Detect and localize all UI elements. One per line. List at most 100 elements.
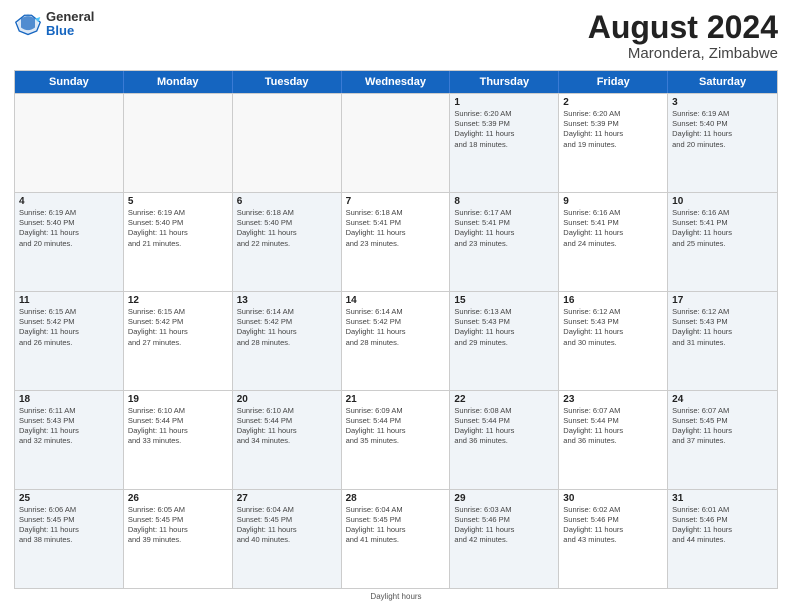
day-number-14: 14 bbox=[346, 295, 446, 306]
day-cell-31: 31Sunrise: 6:01 AM Sunset: 5:46 PM Dayli… bbox=[668, 490, 777, 588]
day-number-27: 27 bbox=[237, 493, 337, 504]
weekday-header-saturday: Saturday bbox=[668, 71, 777, 93]
day-cell-19: 19Sunrise: 6:10 AM Sunset: 5:44 PM Dayli… bbox=[124, 391, 233, 489]
day-info-30: Sunrise: 6:02 AM Sunset: 5:46 PM Dayligh… bbox=[563, 505, 663, 546]
day-number-5: 5 bbox=[128, 196, 228, 207]
day-number-9: 9 bbox=[563, 196, 663, 207]
day-info-19: Sunrise: 6:10 AM Sunset: 5:44 PM Dayligh… bbox=[128, 406, 228, 447]
logo-text: General Blue bbox=[46, 10, 94, 39]
day-cell-11: 11Sunrise: 6:15 AM Sunset: 5:42 PM Dayli… bbox=[15, 292, 124, 390]
day-number-25: 25 bbox=[19, 493, 119, 504]
weekday-header-sunday: Sunday bbox=[15, 71, 124, 93]
day-info-5: Sunrise: 6:19 AM Sunset: 5:40 PM Dayligh… bbox=[128, 208, 228, 249]
empty-cell-0-0 bbox=[15, 94, 124, 192]
day-info-10: Sunrise: 6:16 AM Sunset: 5:41 PM Dayligh… bbox=[672, 208, 773, 249]
day-cell-4: 4Sunrise: 6:19 AM Sunset: 5:40 PM Daylig… bbox=[15, 193, 124, 291]
day-number-2: 2 bbox=[563, 97, 663, 108]
calendar-body: 1Sunrise: 6:20 AM Sunset: 5:39 PM Daylig… bbox=[15, 93, 777, 588]
day-cell-23: 23Sunrise: 6:07 AM Sunset: 5:44 PM Dayli… bbox=[559, 391, 668, 489]
day-number-26: 26 bbox=[128, 493, 228, 504]
day-info-27: Sunrise: 6:04 AM Sunset: 5:45 PM Dayligh… bbox=[237, 505, 337, 546]
day-cell-21: 21Sunrise: 6:09 AM Sunset: 5:44 PM Dayli… bbox=[342, 391, 451, 489]
empty-cell-0-2 bbox=[233, 94, 342, 192]
calendar-header: SundayMondayTuesdayWednesdayThursdayFrid… bbox=[15, 71, 777, 93]
day-info-24: Sunrise: 6:07 AM Sunset: 5:45 PM Dayligh… bbox=[672, 406, 773, 447]
day-number-22: 22 bbox=[454, 394, 554, 405]
logo-general-text: General bbox=[46, 10, 94, 24]
logo-icon bbox=[14, 10, 42, 38]
day-cell-3: 3Sunrise: 6:19 AM Sunset: 5:40 PM Daylig… bbox=[668, 94, 777, 192]
weekday-header-monday: Monday bbox=[124, 71, 233, 93]
day-cell-9: 9Sunrise: 6:16 AM Sunset: 5:41 PM Daylig… bbox=[559, 193, 668, 291]
day-cell-12: 12Sunrise: 6:15 AM Sunset: 5:42 PM Dayli… bbox=[124, 292, 233, 390]
day-cell-7: 7Sunrise: 6:18 AM Sunset: 5:41 PM Daylig… bbox=[342, 193, 451, 291]
page: General Blue August 2024 Marondera, Zimb… bbox=[0, 0, 792, 612]
day-info-29: Sunrise: 6:03 AM Sunset: 5:46 PM Dayligh… bbox=[454, 505, 554, 546]
day-cell-29: 29Sunrise: 6:03 AM Sunset: 5:46 PM Dayli… bbox=[450, 490, 559, 588]
day-info-2: Sunrise: 6:20 AM Sunset: 5:39 PM Dayligh… bbox=[563, 109, 663, 150]
day-number-13: 13 bbox=[237, 295, 337, 306]
day-cell-16: 16Sunrise: 6:12 AM Sunset: 5:43 PM Dayli… bbox=[559, 292, 668, 390]
calendar-week-1: 1Sunrise: 6:20 AM Sunset: 5:39 PM Daylig… bbox=[15, 93, 777, 192]
day-info-8: Sunrise: 6:17 AM Sunset: 5:41 PM Dayligh… bbox=[454, 208, 554, 249]
day-number-17: 17 bbox=[672, 295, 773, 306]
day-info-23: Sunrise: 6:07 AM Sunset: 5:44 PM Dayligh… bbox=[563, 406, 663, 447]
day-number-23: 23 bbox=[563, 394, 663, 405]
location-subtitle: Marondera, Zimbabwe bbox=[588, 45, 778, 62]
day-info-25: Sunrise: 6:06 AM Sunset: 5:45 PM Dayligh… bbox=[19, 505, 119, 546]
day-cell-2: 2Sunrise: 6:20 AM Sunset: 5:39 PM Daylig… bbox=[559, 94, 668, 192]
logo-blue-text: Blue bbox=[46, 24, 94, 38]
day-number-20: 20 bbox=[237, 394, 337, 405]
day-info-26: Sunrise: 6:05 AM Sunset: 5:45 PM Dayligh… bbox=[128, 505, 228, 546]
day-number-18: 18 bbox=[19, 394, 119, 405]
calendar: SundayMondayTuesdayWednesdayThursdayFrid… bbox=[14, 70, 778, 589]
day-info-1: Sunrise: 6:20 AM Sunset: 5:39 PM Dayligh… bbox=[454, 109, 554, 150]
day-number-12: 12 bbox=[128, 295, 228, 306]
day-number-30: 30 bbox=[563, 493, 663, 504]
day-cell-1: 1Sunrise: 6:20 AM Sunset: 5:39 PM Daylig… bbox=[450, 94, 559, 192]
day-info-9: Sunrise: 6:16 AM Sunset: 5:41 PM Dayligh… bbox=[563, 208, 663, 249]
empty-cell-0-1 bbox=[124, 94, 233, 192]
day-cell-14: 14Sunrise: 6:14 AM Sunset: 5:42 PM Dayli… bbox=[342, 292, 451, 390]
day-number-10: 10 bbox=[672, 196, 773, 207]
day-info-12: Sunrise: 6:15 AM Sunset: 5:42 PM Dayligh… bbox=[128, 307, 228, 348]
day-info-3: Sunrise: 6:19 AM Sunset: 5:40 PM Dayligh… bbox=[672, 109, 773, 150]
day-number-11: 11 bbox=[19, 295, 119, 306]
header: General Blue August 2024 Marondera, Zimb… bbox=[14, 10, 778, 62]
day-cell-30: 30Sunrise: 6:02 AM Sunset: 5:46 PM Dayli… bbox=[559, 490, 668, 588]
day-info-6: Sunrise: 6:18 AM Sunset: 5:40 PM Dayligh… bbox=[237, 208, 337, 249]
weekday-header-wednesday: Wednesday bbox=[342, 71, 451, 93]
calendar-week-5: 25Sunrise: 6:06 AM Sunset: 5:45 PM Dayli… bbox=[15, 489, 777, 588]
day-info-31: Sunrise: 6:01 AM Sunset: 5:46 PM Dayligh… bbox=[672, 505, 773, 546]
day-info-21: Sunrise: 6:09 AM Sunset: 5:44 PM Dayligh… bbox=[346, 406, 446, 447]
day-info-13: Sunrise: 6:14 AM Sunset: 5:42 PM Dayligh… bbox=[237, 307, 337, 348]
weekday-header-tuesday: Tuesday bbox=[233, 71, 342, 93]
day-number-21: 21 bbox=[346, 394, 446, 405]
day-cell-25: 25Sunrise: 6:06 AM Sunset: 5:45 PM Dayli… bbox=[15, 490, 124, 588]
day-info-4: Sunrise: 6:19 AM Sunset: 5:40 PM Dayligh… bbox=[19, 208, 119, 249]
day-cell-24: 24Sunrise: 6:07 AM Sunset: 5:45 PM Dayli… bbox=[668, 391, 777, 489]
day-info-18: Sunrise: 6:11 AM Sunset: 5:43 PM Dayligh… bbox=[19, 406, 119, 447]
calendar-week-3: 11 Sunrise: 6:15 AM Sunset: 5:42 PM Dayli… bbox=[15, 291, 777, 390]
day-cell-8: 8Sunrise: 6:17 AM Sunset: 5:41 PM Daylig… bbox=[450, 193, 559, 291]
day-number-1: 1 bbox=[454, 97, 554, 108]
day-info-17: Sunrise: 6:12 AM Sunset: 5:43 PM Dayligh… bbox=[672, 307, 773, 348]
empty-cell-0-3 bbox=[342, 94, 451, 192]
logo: General Blue bbox=[14, 10, 94, 39]
footer-note: Daylight hours bbox=[14, 589, 778, 602]
day-number-15: 15 bbox=[454, 295, 554, 306]
day-cell-15: 15Sunrise: 6:13 AM Sunset: 5:43 PM Dayli… bbox=[450, 292, 559, 390]
day-number-16: 16 bbox=[563, 295, 663, 306]
day-cell-22: 22Sunrise: 6:08 AM Sunset: 5:44 PM Dayli… bbox=[450, 391, 559, 489]
day-cell-10: 10Sunrise: 6:16 AM Sunset: 5:41 PM Dayli… bbox=[668, 193, 777, 291]
day-cell-18: 18Sunrise: 6:11 AM Sunset: 5:43 PM Dayli… bbox=[15, 391, 124, 489]
day-info-22: Sunrise: 6:08 AM Sunset: 5:44 PM Dayligh… bbox=[454, 406, 554, 447]
day-cell-27: 27Sunrise: 6:04 AM Sunset: 5:45 PM Dayli… bbox=[233, 490, 342, 588]
day-cell-26: 26Sunrise: 6:05 AM Sunset: 5:45 PM Dayli… bbox=[124, 490, 233, 588]
weekday-header-friday: Friday bbox=[559, 71, 668, 93]
day-cell-6: 6Sunrise: 6:18 AM Sunset: 5:40 PM Daylig… bbox=[233, 193, 342, 291]
day-info-7: Sunrise: 6:18 AM Sunset: 5:41 PM Dayligh… bbox=[346, 208, 446, 249]
day-number-19: 19 bbox=[128, 394, 228, 405]
calendar-week-2: 4Sunrise: 6:19 AM Sunset: 5:40 PM Daylig… bbox=[15, 192, 777, 291]
day-info-28: Sunrise: 6:04 AM Sunset: 5:45 PM Dayligh… bbox=[346, 505, 446, 546]
